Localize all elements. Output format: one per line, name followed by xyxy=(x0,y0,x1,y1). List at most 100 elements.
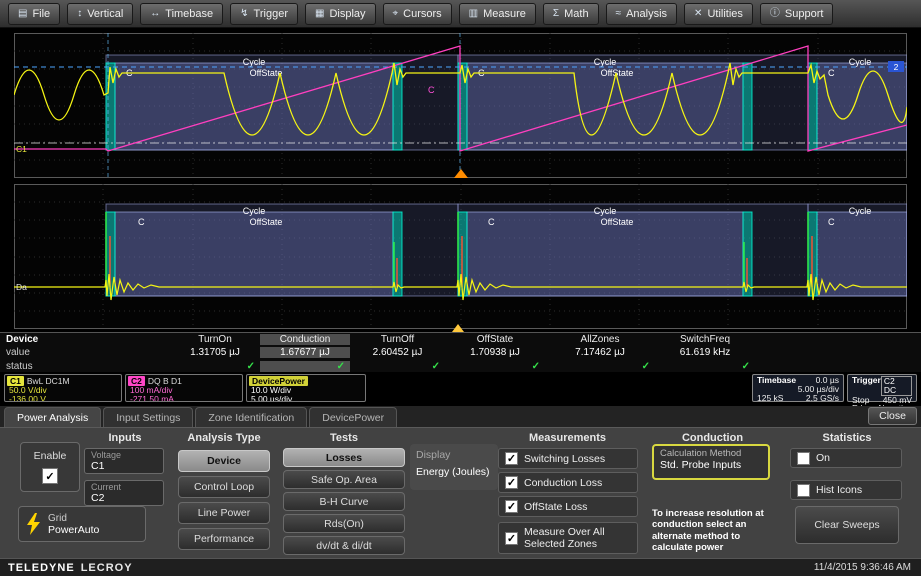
grid-button-value: PowerAuto xyxy=(48,524,99,536)
hist-icons-checkbox[interactable] xyxy=(797,484,810,497)
crosshair-icon: ⌖ xyxy=(393,9,399,19)
measure-over-all-row[interactable]: ✓ Measure Over All Selected Zones xyxy=(498,522,638,554)
menu-timebase[interactable]: ↔ Timebase xyxy=(140,3,223,25)
offstate-loss-row[interactable]: ✓ OffState Loss xyxy=(498,496,638,517)
measure-icon: ▥ xyxy=(469,9,478,19)
timebase-descriptor[interactable]: Timebase0.0 µs 5.00 µs/div 125 kS2.5 GS/… xyxy=(752,374,844,402)
grid-mode-button[interactable]: Grid PowerAuto xyxy=(18,506,146,542)
horizontal-arrows-icon: ↔ xyxy=(150,9,160,19)
c1-channel-marker[interactable]: C1 xyxy=(16,144,27,154)
measure-over-all-checkbox[interactable]: ✓ xyxy=(505,532,518,545)
tab-input-settings[interactable]: Input Settings xyxy=(103,407,193,427)
control-loop-button[interactable]: Control Loop xyxy=(178,476,270,498)
status-check-icon: ✓ xyxy=(545,361,655,372)
devicepower-descriptor[interactable]: DevicePower 10.0 W/div 5.00 µs/div xyxy=(246,374,366,402)
menu-file[interactable]: ▤File xyxy=(8,3,60,25)
power-analysis-dialog: Enable ✓ Grid PowerAuto Inputs Voltage C… xyxy=(0,427,921,559)
c1-coupling: BwL DC1M xyxy=(27,376,70,386)
conduction-loss-row[interactable]: ✓ Conduction Loss xyxy=(498,472,638,493)
switching-losses-checkbox[interactable]: ✓ xyxy=(505,452,518,465)
menu-cursors[interactable]: ⌖Cursors xyxy=(383,3,452,25)
measure-col-turnon[interactable]: TurnOn xyxy=(170,334,260,345)
clear-sweeps-button[interactable]: Clear Sweeps xyxy=(795,506,899,544)
menu-math[interactable]: ΣMath xyxy=(543,3,599,25)
switching-losses-label: Switching Losses xyxy=(524,453,605,465)
enable-checkbox[interactable]: ✓ xyxy=(42,468,58,484)
trigger-source: C2 DC xyxy=(881,376,912,396)
svg-text:OffState: OffState xyxy=(601,217,634,227)
menu-trigger[interactable]: ↯Trigger xyxy=(230,3,298,25)
tab-zone-identification[interactable]: Zone Identification xyxy=(195,407,307,427)
losses-button[interactable]: Losses xyxy=(283,448,405,467)
c2-descriptor[interactable]: C2DQ B D1 100 mA/div -271.50 mA xyxy=(125,374,243,402)
menu-bar: ▤File ↕Vertical ↔ Timebase ↯Trigger ▦Disp… xyxy=(0,0,921,28)
status-check-icon: ✓ xyxy=(445,361,545,372)
line-power-button[interactable]: Line Power xyxy=(178,502,270,524)
waveform-grid-bottom[interactable]: Cycle OffState Cycle OffState Cycle C C … xyxy=(14,184,907,329)
teledyne-lecroy-logo: TELEDYNE LECROY xyxy=(8,562,133,574)
conduction-note: To increase resolution at conduction sel… xyxy=(652,508,778,554)
svg-text:Cycle: Cycle xyxy=(243,206,266,216)
svg-text:C: C xyxy=(428,85,435,95)
devicepower-chip: DevicePower xyxy=(249,376,308,386)
grid-button-title: Grid xyxy=(48,513,99,524)
menu-analysis[interactable]: ≈Analysis xyxy=(606,3,677,25)
switching-losses-row[interactable]: ✓ Switching Losses xyxy=(498,448,638,469)
trigger-descriptor[interactable]: TriggerC2 DC Stop450 mV EdgeNegative xyxy=(847,374,917,402)
measure-col-offstate[interactable]: OffState xyxy=(445,334,545,345)
c2-chip: C2 xyxy=(128,376,145,386)
hist-icons-label: Hist Icons xyxy=(816,484,862,496)
menu-display[interactable]: ▦Display xyxy=(305,3,376,25)
zone-overlays-bottom xyxy=(106,204,907,296)
bh-curve-button[interactable]: B-H Curve xyxy=(283,492,405,511)
device-button[interactable]: Device xyxy=(178,450,270,472)
measure-col-allzones[interactable]: AllZones xyxy=(545,334,655,345)
trigger-time-marker[interactable] xyxy=(452,324,464,332)
waveform-grid-top[interactable]: Cycle OffState Cycle OffState Cycle C C … xyxy=(14,33,907,178)
display-units-value[interactable]: Energy (Joules) xyxy=(416,466,490,478)
dialog-tab-bar: Power Analysis Input Settings Zone Ident… xyxy=(0,406,921,427)
tab-devicepower[interactable]: DevicePower xyxy=(309,407,397,427)
measure-col-conduction[interactable]: Conduction xyxy=(260,334,350,345)
allzones-value: 7.17462 µJ xyxy=(545,347,655,358)
svg-text:Cycle: Cycle xyxy=(594,57,617,67)
menu-measure[interactable]: ▥Measure xyxy=(459,3,536,25)
performance-button[interactable]: Performance xyxy=(178,528,270,550)
statistics-on-checkbox[interactable] xyxy=(797,452,810,465)
display-icon: ▦ xyxy=(315,9,324,19)
menu-support[interactable]: ⓘSupport xyxy=(760,3,834,25)
voltage-label: Voltage xyxy=(91,450,157,460)
hist-icons-row[interactable]: Hist Icons xyxy=(790,480,902,500)
offstate-loss-checkbox[interactable]: ✓ xyxy=(505,500,518,513)
conduction-section-title: Conduction xyxy=(650,432,775,444)
current-input-field[interactable]: Current C2 xyxy=(84,480,164,506)
svg-text:Cycle: Cycle xyxy=(849,206,872,216)
c2-offset: -271.50 mA xyxy=(126,395,242,403)
analysis-type-section-title: Analysis Type xyxy=(178,432,270,444)
svg-text:C: C xyxy=(828,217,835,227)
voltage-input-field[interactable]: Voltage C1 xyxy=(84,448,164,474)
calculation-method-selector[interactable]: Calculation Method Std. Probe Inputs xyxy=(652,444,770,480)
menu-timebase-label: Timebase xyxy=(165,8,213,20)
measure-col-turnoff[interactable]: TurnOff xyxy=(350,334,445,345)
close-button[interactable]: Close xyxy=(868,407,917,425)
measure-over-all-label-1: Measure Over All xyxy=(524,526,605,538)
menu-vertical[interactable]: ↕Vertical xyxy=(67,3,133,25)
statistics-on-label: On xyxy=(816,452,830,464)
statistics-on-row[interactable]: On xyxy=(790,448,902,468)
menu-utilities[interactable]: ✕Utilities xyxy=(684,3,753,25)
zone-overlays-top xyxy=(106,55,907,150)
power-trace-marker[interactable]: Da xyxy=(16,282,27,292)
conduction-loss-checkbox[interactable]: ✓ xyxy=(505,476,518,489)
timebase-title: Timebase xyxy=(757,376,796,385)
measure-col-switchfreq[interactable]: SwitchFreq xyxy=(655,334,755,345)
c1-descriptor[interactable]: C1BwL DC1M 50.0 V/div -136.00 V xyxy=(4,374,122,402)
inputs-section-title: Inputs xyxy=(80,432,170,444)
safe-op-area-button[interactable]: Safe Op. Area xyxy=(283,470,405,489)
tab-power-analysis[interactable]: Power Analysis xyxy=(4,407,101,427)
svg-text:Cycle: Cycle xyxy=(594,206,617,216)
dvdt-didt-button[interactable]: dv/dt & di/dt xyxy=(283,536,405,555)
rds-on-button[interactable]: Rds(On) xyxy=(283,514,405,533)
measure-row-value-label: value xyxy=(0,347,170,358)
enable-button[interactable]: Enable ✓ xyxy=(20,442,80,492)
